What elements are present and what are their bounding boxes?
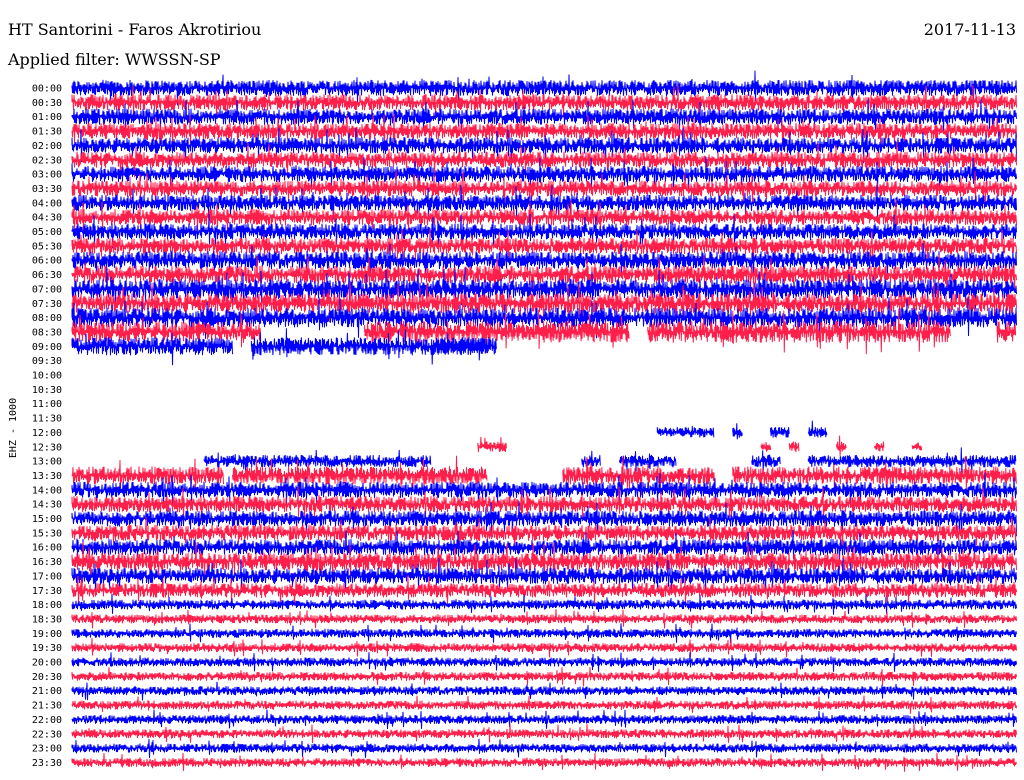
time-tick-label: 07:30 — [32, 299, 62, 310]
time-tick-label: 06:00 — [32, 256, 62, 267]
time-tick-label: 02:30 — [32, 155, 62, 166]
trace-group — [71, 70, 1017, 772]
seismic-trace — [71, 666, 1017, 687]
time-tick-label: 00:00 — [32, 84, 62, 95]
seismic-trace — [71, 652, 1017, 672]
time-tick-label: 16:30 — [32, 557, 62, 568]
time-tick-label: 21:00 — [32, 686, 62, 697]
seismic-trace — [656, 425, 715, 438]
time-tick-label: 00:30 — [32, 98, 62, 109]
time-tick-label: 03:30 — [32, 184, 62, 195]
time-tick-label: 10:30 — [32, 385, 62, 396]
seismic-trace — [807, 420, 828, 438]
seismic-trace — [760, 441, 772, 452]
time-tick-label: 08:00 — [32, 313, 62, 324]
seismic-trace — [71, 752, 1017, 772]
seismic-trace — [788, 441, 800, 453]
time-tick-label: 13:30 — [32, 471, 62, 482]
time-tick-label: 13:00 — [32, 457, 62, 468]
seismic-trace — [71, 709, 1017, 730]
seismic-trace — [911, 442, 923, 451]
helicorder-plot: 00:00 00:30 01:00 01:30 02:00 02:30 03:00 03:30… — [8, 70, 1017, 772]
time-tick-label: 12:00 — [32, 428, 62, 439]
time-tick-label: 02:00 — [32, 141, 62, 152]
time-tick-label: 14:30 — [32, 500, 62, 511]
time-tick-label: 14:00 — [32, 485, 62, 496]
time-tick-label: 01:30 — [32, 127, 62, 138]
time-tick-label: 01:00 — [32, 112, 62, 123]
seismic-trace — [996, 321, 1017, 343]
time-tick-label: 21:30 — [32, 701, 62, 712]
time-tick-label: 09:00 — [32, 342, 62, 353]
time-tick-label: 22:00 — [32, 715, 62, 726]
time-tick-label: 05:00 — [32, 227, 62, 238]
time-tick-label: 20:30 — [32, 672, 62, 683]
seismic-trace — [770, 427, 790, 438]
seismic-trace — [71, 695, 1017, 714]
time-tick-label: 18:30 — [32, 614, 62, 625]
time-tick-label: 17:00 — [32, 571, 62, 582]
time-tick-label: 19:30 — [32, 643, 62, 654]
seismic-trace — [732, 423, 743, 440]
time-tick-label: 20:00 — [32, 658, 62, 669]
time-tick-label: 11:00 — [32, 399, 62, 410]
time-tick-label: 11:30 — [32, 414, 62, 425]
time-tick-label: 05:30 — [32, 241, 62, 252]
time-tick-label: 10:00 — [32, 371, 62, 382]
seismic-trace — [71, 681, 1017, 701]
seismic-trace — [71, 637, 1017, 658]
time-tick-label: 15:30 — [32, 528, 62, 539]
time-tick-label: 04:30 — [32, 213, 62, 224]
time-tick-label: 08:30 — [32, 327, 62, 338]
time-tick-label: 12:30 — [32, 442, 62, 453]
time-tick-label: 07:00 — [32, 284, 62, 295]
time-tick-labels: 00:00 00:30 01:00 01:30 02:00 02:30 03:00 03:30… — [32, 84, 62, 769]
seismic-trace — [873, 441, 885, 452]
channel-label: EHZ - 1000 — [8, 398, 19, 458]
time-tick-label: 06:30 — [32, 270, 62, 281]
seismic-trace — [71, 609, 1017, 629]
seismic-trace — [71, 593, 1017, 615]
time-tick-label: 23:30 — [32, 758, 62, 769]
time-tick-label: 23:00 — [32, 744, 62, 755]
time-tick-label: 15:00 — [32, 514, 62, 525]
time-tick-label: 19:00 — [32, 629, 62, 640]
time-tick-label: 03:00 — [32, 170, 62, 181]
time-tick-label: 09:30 — [32, 356, 62, 367]
seismic-trace — [477, 436, 507, 453]
seismic-trace — [836, 435, 847, 456]
time-tick-label: 18:00 — [32, 600, 62, 611]
seismic-trace — [71, 738, 1017, 758]
time-tick-label: 22:30 — [32, 729, 62, 740]
time-tick-label: 04:00 — [32, 198, 62, 209]
seismic-trace — [71, 723, 1017, 744]
seismic-trace — [71, 623, 1017, 644]
time-tick-label: 16:00 — [32, 543, 62, 554]
time-tick-label: 17:30 — [32, 586, 62, 597]
